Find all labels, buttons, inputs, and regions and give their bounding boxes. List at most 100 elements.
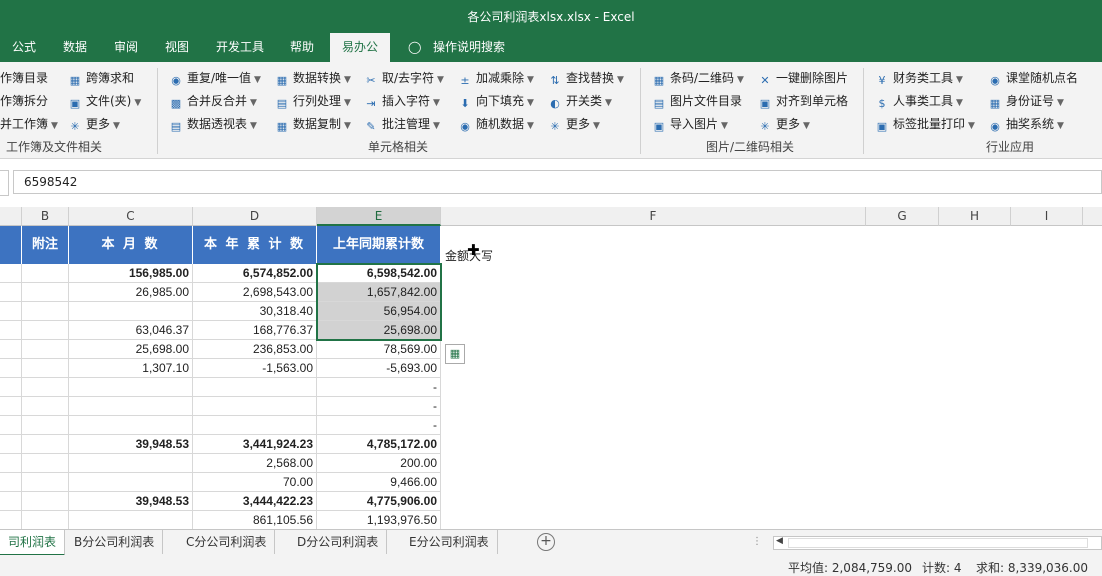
ribbon-pivot-table[interactable]: ▤ 数据透视表 ▼ [169, 114, 257, 134]
table-cell[interactable] [22, 397, 69, 416]
ribbon-label-print[interactable]: ▣ 标签批量打印 ▼ [875, 114, 975, 134]
column-header-f[interactable]: F [441, 207, 866, 226]
table-cell[interactable] [0, 283, 22, 302]
table-cell[interactable] [0, 454, 22, 473]
table-cell[interactable]: 3,444,422.23 [193, 492, 317, 511]
table-cell[interactable]: 26,985.00 [69, 283, 193, 302]
tell-me-search[interactable]: 操作说明搜索 [433, 33, 505, 62]
table-cell[interactable]: 3,441,924.23 [193, 435, 317, 454]
table-cell[interactable] [0, 397, 22, 416]
table-cell[interactable] [22, 321, 69, 340]
ribbon-import-images[interactable]: ▣ 导入图片 ▼ [652, 114, 728, 134]
table-cell[interactable]: 2,698,543.00 [193, 283, 317, 302]
ribbon-merge-unmerge[interactable]: ▩ 合并反合并 ▼ [169, 91, 257, 111]
table-cell[interactable]: 39,948.53 [69, 492, 193, 511]
ribbon-delete-images[interactable]: ✕ 一键删除图片 [758, 68, 848, 88]
scroll-thumb[interactable] [788, 538, 1088, 548]
ribbon-roll-call[interactable]: ◉ 课堂随机点名 [988, 68, 1078, 88]
table-cell[interactable]: 39,948.53 [69, 435, 193, 454]
ribbon-workbook-split[interactable]: 作簿拆分 [0, 91, 48, 111]
ribbon-data-convert[interactable]: ▦ 数据转换 ▼ [275, 68, 351, 88]
table-cell[interactable]: -1,563.00 [193, 359, 317, 378]
ribbon-switches[interactable]: ◐ 开关类 ▼ [548, 91, 612, 111]
table-cell[interactable]: 1,193,976.50 [317, 511, 441, 529]
table-cell[interactable]: 30,318.40 [193, 302, 317, 321]
column-header-c[interactable]: C [69, 207, 193, 226]
table-cell[interactable] [0, 302, 22, 321]
ribbon-more-2[interactable]: ✳ 更多 ▼ [548, 114, 600, 134]
table-cell[interactable]: 9,466.00 [317, 473, 441, 492]
table-cell[interactable] [69, 454, 193, 473]
sheet-tab-d[interactable]: D分公司利润表 [289, 530, 388, 554]
tab-review[interactable]: 审阅 [114, 33, 138, 62]
column-header-d[interactable]: D [193, 207, 317, 226]
horizontal-scrollbar[interactable]: ◀ [773, 536, 1102, 550]
table-cell[interactable] [69, 416, 193, 435]
table-cell[interactable] [69, 397, 193, 416]
name-box[interactable] [0, 170, 9, 196]
table-cell[interactable] [22, 264, 69, 283]
table-cell[interactable] [22, 378, 69, 397]
table-cell[interactable] [69, 378, 193, 397]
ribbon-find-replace[interactable]: ⇅ 查找替换 ▼ [548, 68, 624, 88]
table-cell[interactable] [0, 511, 22, 529]
ribbon-finance-tools[interactable]: ¥ 财务类工具 ▼ [875, 68, 963, 88]
table-cell[interactable]: - [317, 416, 441, 435]
tab-view[interactable]: 视图 [165, 33, 189, 62]
sheet-tab-b[interactable]: B分公司利润表 [66, 530, 164, 554]
table-cell[interactable]: 6,598,542.00 [317, 264, 441, 283]
table-cell[interactable] [193, 378, 317, 397]
table-cell[interactable]: 168,776.37 [193, 321, 317, 340]
table-cell[interactable] [22, 283, 69, 302]
column-header-i[interactable]: I [1011, 207, 1083, 226]
add-sheet-icon[interactable]: + [537, 533, 555, 551]
table-cell[interactable] [0, 473, 22, 492]
ribbon-hr-tools[interactable]: $ 人事类工具 ▼ [875, 91, 963, 111]
formula-input[interactable]: 6598542 [13, 170, 1102, 194]
table-cell[interactable]: 861,105.56 [193, 511, 317, 529]
column-header-e[interactable]: E [317, 207, 441, 226]
column-header-b[interactable]: B [22, 207, 69, 226]
sheet-tab-c[interactable]: C分公司利润表 [178, 530, 276, 554]
table-cell[interactable]: 4,775,906.00 [317, 492, 441, 511]
table-cell[interactable]: 236,853.00 [193, 340, 317, 359]
table-cell[interactable] [0, 416, 22, 435]
table-cell[interactable] [0, 340, 22, 359]
table-cell[interactable]: -5,693.00 [317, 359, 441, 378]
ribbon-duplicate-unique[interactable]: ◉ 重复/唯一值 ▼ [169, 68, 261, 88]
table-cell[interactable]: - [317, 378, 441, 397]
table-cell[interactable] [69, 511, 193, 529]
table-cell[interactable] [0, 359, 22, 378]
table-cell[interactable]: 25,698.00 [317, 321, 441, 340]
table-cell[interactable] [0, 321, 22, 340]
table-cell[interactable] [193, 416, 317, 435]
tab-formulas[interactable]: 公式 [12, 33, 36, 62]
table-cell[interactable] [69, 473, 193, 492]
table-cell[interactable] [0, 492, 22, 511]
table-cell[interactable] [22, 492, 69, 511]
table-cell[interactable] [0, 378, 22, 397]
ribbon-more-3[interactable]: ✳ 更多 ▼ [758, 114, 810, 134]
table-cell[interactable]: 6,574,852.00 [193, 264, 317, 283]
ribbon-barcode-qr[interactable]: ▦ 条码/二维码 ▼ [652, 68, 744, 88]
sheet-tab-e[interactable]: E分公司利润表 [401, 530, 498, 554]
ribbon-random-data[interactable]: ◉ 随机数据 ▼ [458, 114, 534, 134]
table-cell[interactable] [22, 359, 69, 378]
ribbon-comment-manage[interactable]: ✎ 批注管理 ▼ [364, 114, 440, 134]
table-cell[interactable] [22, 416, 69, 435]
table-cell[interactable]: 2,568.00 [193, 454, 317, 473]
table-header-cell[interactable] [0, 226, 22, 264]
table-cell[interactable]: 4,785,172.00 [317, 435, 441, 454]
ribbon-more-1[interactable]: ✳ 更多 ▼ [68, 114, 120, 134]
scroll-left-icon[interactable]: ◀ [776, 536, 783, 546]
ribbon-fill-down[interactable]: ⬇ 向下填充 ▼ [458, 91, 534, 111]
table-cell[interactable] [22, 454, 69, 473]
table-header-prior-ytd[interactable]: 上年同期累计数 [317, 226, 441, 264]
ribbon-arith[interactable]: ± 加减乘除 ▼ [458, 68, 534, 88]
table-cell[interactable]: 1,307.10 [69, 359, 193, 378]
table-cell[interactable]: 63,046.37 [69, 321, 193, 340]
column-header-a[interactable] [0, 207, 22, 226]
table-cell[interactable] [22, 473, 69, 492]
table-cell[interactable] [0, 264, 22, 283]
table-cell[interactable] [22, 511, 69, 529]
